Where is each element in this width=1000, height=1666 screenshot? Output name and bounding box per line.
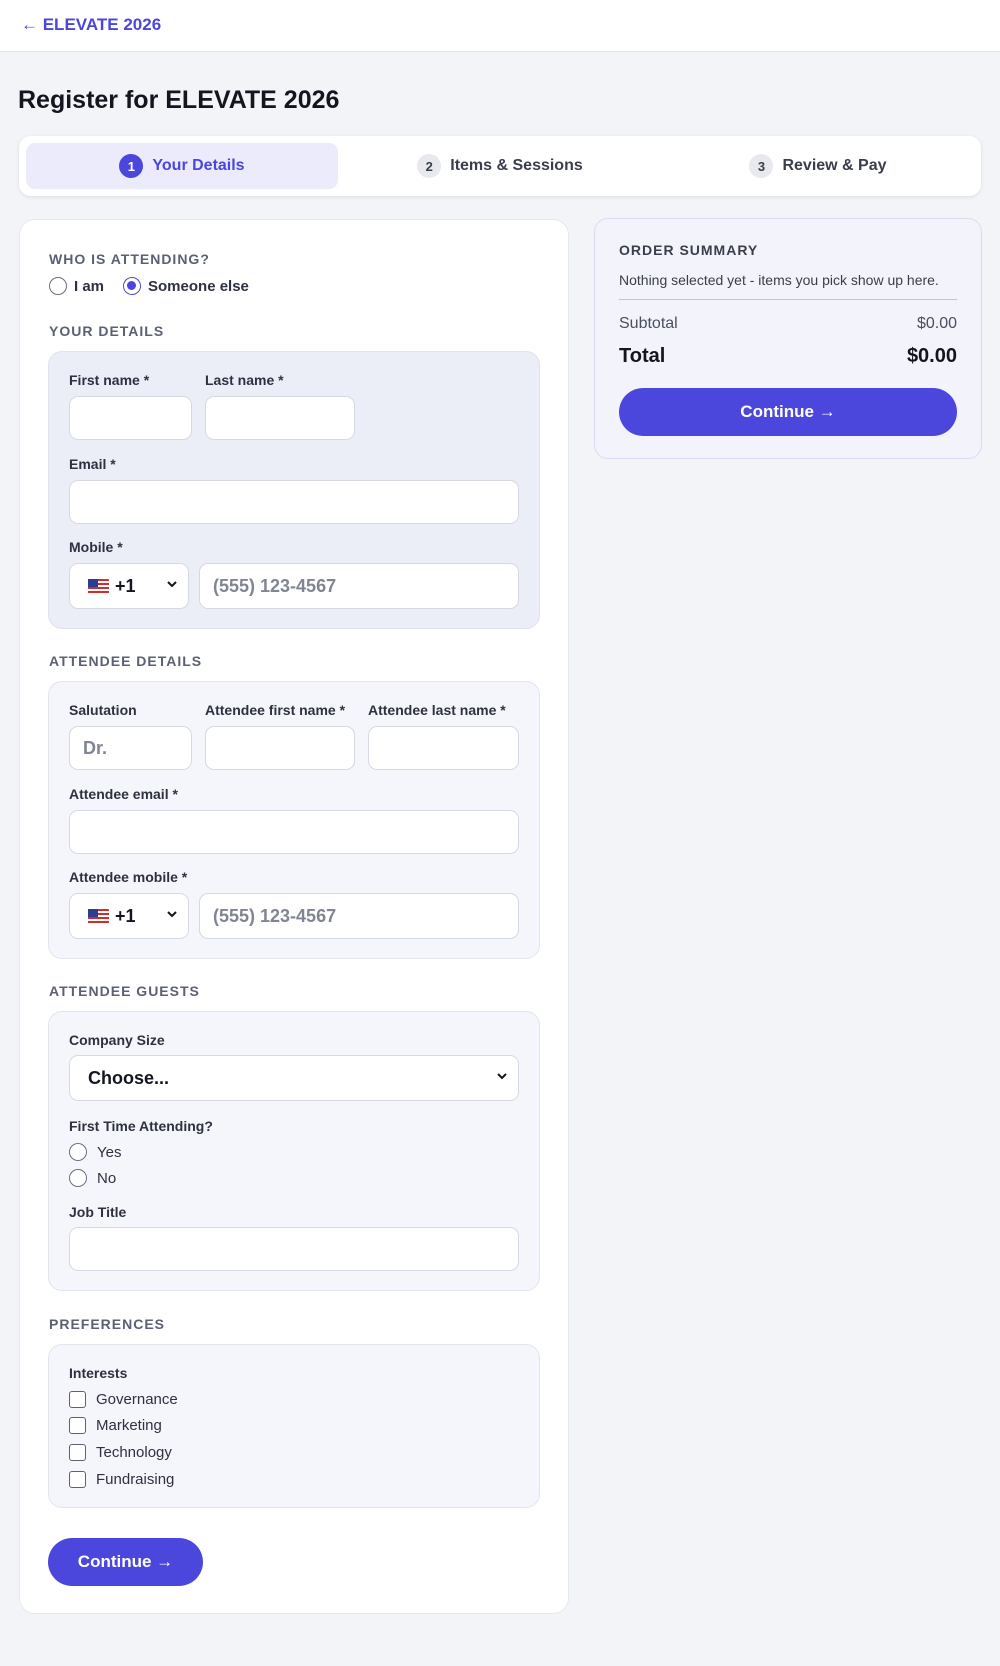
no-radio[interactable] bbox=[69, 1169, 87, 1187]
continue-button[interactable]: Continue → bbox=[48, 1538, 203, 1586]
first-time-no-option[interactable]: No bbox=[69, 1169, 116, 1187]
step-label: Your Details bbox=[152, 157, 245, 174]
email-input[interactable] bbox=[69, 480, 519, 524]
step-label: Review & Pay bbox=[782, 157, 887, 174]
mobile-label: Mobile * bbox=[69, 539, 123, 555]
chevron-down-icon bbox=[496, 1070, 508, 1082]
email-label: Email * bbox=[69, 456, 116, 472]
page-title: Register for ELEVATE 2026 bbox=[18, 86, 340, 114]
last-name-label: Last name * bbox=[205, 372, 284, 388]
your-details-section-title: YOUR DETAILS bbox=[49, 323, 165, 339]
yes-label: Yes bbox=[97, 1143, 122, 1161]
interest-technology[interactable]: Technology bbox=[69, 1444, 172, 1461]
attending-options: I am Someone else bbox=[49, 277, 249, 295]
interest-governance[interactable]: Governance bbox=[69, 1391, 178, 1408]
step-number: 3 bbox=[749, 154, 774, 178]
governance-label: Governance bbox=[96, 1391, 178, 1408]
first-name-label: First name * bbox=[69, 372, 150, 388]
attendee-first-name-label: Attendee first name * bbox=[205, 702, 346, 718]
salutation-label: Salutation bbox=[69, 702, 137, 718]
step-label: Items & Sessions bbox=[450, 157, 583, 174]
country-code-value: +1 bbox=[115, 575, 136, 596]
first-time-yes-option[interactable]: Yes bbox=[69, 1143, 121, 1161]
technology-label: Technology bbox=[96, 1444, 172, 1461]
step-number: 2 bbox=[417, 154, 442, 178]
preferences-section-title: PREFERENCES bbox=[49, 1316, 166, 1332]
preferences-group: Interests Governance Marketing Technolog… bbox=[48, 1344, 540, 1508]
fundraising-label: Fundraising bbox=[96, 1471, 175, 1488]
attendee-email-input[interactable] bbox=[69, 810, 519, 854]
total-label: Total bbox=[619, 345, 666, 367]
total-value: $0.00 bbox=[906, 345, 957, 367]
summary-continue-button[interactable]: Continue → bbox=[619, 388, 957, 436]
country-code-value: +1 bbox=[115, 905, 136, 926]
country-code-select[interactable]: +1 bbox=[69, 563, 189, 609]
attendee-last-name-input[interactable] bbox=[368, 726, 519, 770]
attendee-last-name-label: Attendee last name * bbox=[368, 702, 506, 718]
attendee-mobile-input[interactable] bbox=[199, 893, 519, 939]
top-bar: ← ELEVATE 2026 bbox=[0, 0, 1000, 52]
attendee-guests-group: Company Size Choose... First Time Attend… bbox=[48, 1011, 540, 1291]
chevron-down-icon bbox=[166, 908, 178, 920]
your-details-group: First name * Last name * Email * Mobile … bbox=[48, 351, 540, 629]
last-name-input[interactable] bbox=[205, 396, 355, 440]
summary-divider bbox=[619, 299, 957, 300]
job-title-label: Job Title bbox=[69, 1204, 127, 1220]
first-name-input[interactable] bbox=[69, 396, 192, 440]
first-time-label: First Time Attending? bbox=[69, 1118, 213, 1134]
mobile-input[interactable] bbox=[199, 563, 519, 609]
company-size-select[interactable]: Choose... bbox=[69, 1055, 519, 1101]
attending-section-title: WHO IS ATTENDING? bbox=[49, 251, 210, 267]
us-flag-icon bbox=[88, 578, 109, 594]
back-link[interactable]: ← ELEVATE 2026 bbox=[21, 15, 161, 35]
attendee-details-section-title: ATTENDEE DETAILS bbox=[49, 653, 203, 669]
step-your-details[interactable]: 1 Your Details bbox=[26, 143, 338, 189]
registration-form: WHO IS ATTENDING? I am Someone else YOUR… bbox=[19, 219, 569, 1614]
attendee-details-group: Salutation Attendee first name * Attende… bbox=[48, 681, 540, 959]
order-summary-empty-text: Nothing selected yet - items you pick sh… bbox=[619, 272, 939, 288]
attendee-email-label: Attendee email * bbox=[69, 786, 178, 802]
order-summary-panel: ORDER SUMMARY Nothing selected yet - ite… bbox=[594, 218, 982, 459]
order-summary-title: ORDER SUMMARY bbox=[619, 242, 759, 258]
subtotal-label: Subtotal bbox=[619, 315, 678, 332]
step-items-sessions[interactable]: 2 Items & Sessions bbox=[344, 143, 656, 189]
technology-checkbox[interactable] bbox=[69, 1444, 86, 1461]
interest-marketing[interactable]: Marketing bbox=[69, 1417, 162, 1434]
attendee-mobile-label: Attendee mobile * bbox=[69, 869, 188, 885]
attendee-country-code-select[interactable]: +1 bbox=[69, 893, 189, 939]
someone-else-label: Someone else bbox=[148, 277, 249, 295]
subtotal-row: Subtotal $0.00 bbox=[619, 315, 957, 333]
subtotal-value: $0.00 bbox=[916, 315, 957, 332]
i-am-label: I am bbox=[74, 277, 105, 295]
attendee-guests-section-title: ATTENDEE GUESTS bbox=[49, 983, 200, 999]
no-label: No bbox=[97, 1169, 117, 1187]
governance-checkbox[interactable] bbox=[69, 1391, 86, 1408]
chevron-down-icon bbox=[166, 578, 178, 590]
us-flag-icon bbox=[88, 908, 109, 924]
interest-fundraising[interactable]: Fundraising bbox=[69, 1471, 174, 1488]
step-progress: 1 Your Details 2 Items & Sessions 3 Revi… bbox=[19, 136, 981, 196]
step-review-pay[interactable]: 3 Review & Pay bbox=[662, 143, 974, 189]
someone-else-radio[interactable] bbox=[123, 277, 142, 295]
i-am-radio[interactable] bbox=[49, 277, 67, 295]
fundraising-checkbox[interactable] bbox=[69, 1471, 86, 1488]
yes-radio[interactable] bbox=[69, 1143, 87, 1161]
marketing-label: Marketing bbox=[96, 1417, 162, 1434]
salutation-input[interactable] bbox=[69, 726, 192, 770]
step-number: 1 bbox=[119, 154, 144, 178]
total-row: Total $0.00 bbox=[619, 345, 957, 368]
job-title-input[interactable] bbox=[69, 1227, 519, 1271]
company-size-label: Company Size bbox=[69, 1032, 165, 1048]
attendee-first-name-input[interactable] bbox=[205, 726, 355, 770]
company-size-value: Choose... bbox=[88, 1067, 170, 1088]
marketing-checkbox[interactable] bbox=[69, 1417, 86, 1434]
interests-label: Interests bbox=[69, 1365, 128, 1381]
